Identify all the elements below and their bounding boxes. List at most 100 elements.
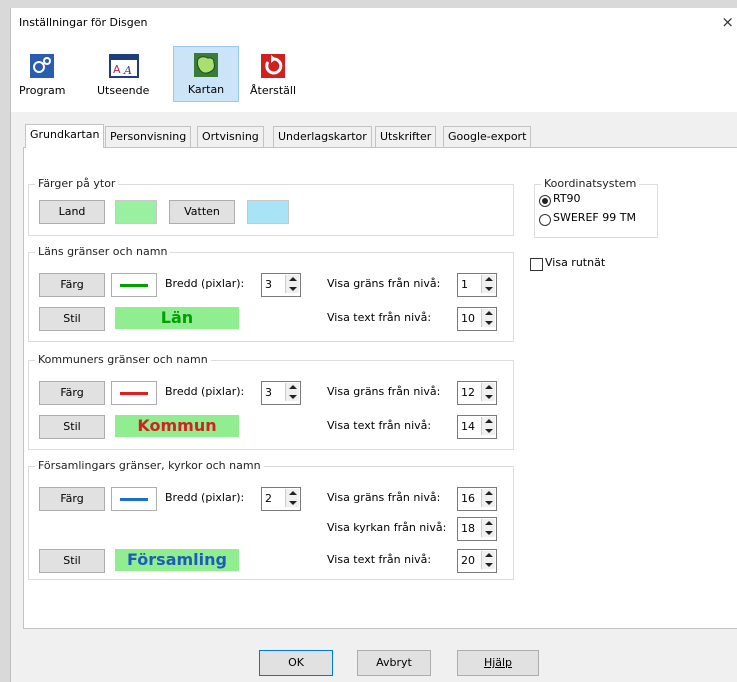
title-bar: Inställningar för Disgen × — [11, 8, 737, 38]
land-button[interactable]: Land — [39, 200, 105, 224]
tab-grundkartan[interactable]: Grundkartan — [25, 124, 105, 148]
kommun-text-level-spinner[interactable]: 14 — [457, 415, 497, 439]
spinner-arrows-icon[interactable] — [481, 551, 495, 569]
help-label: Hjälp — [483, 656, 513, 669]
colors-group-title: Färger på ytor — [35, 177, 119, 190]
forsamling-group: Församlingars gränser, kyrkor och namn F… — [28, 459, 514, 580]
lan-border-level-label: Visa gräns från nivå: — [327, 277, 441, 290]
forsamling-width-spinner[interactable]: 2 — [261, 487, 301, 511]
visa-rutnat-checkbox[interactable] — [530, 258, 543, 271]
lan-width-label: Bredd (pixlar): — [165, 277, 245, 290]
appearance-font-icon: AA — [109, 52, 139, 80]
toolbar-utseende[interactable]: AA Utseende — [97, 48, 149, 102]
forsamling-width-value: 2 — [265, 492, 272, 505]
spinner-arrows-icon[interactable] — [481, 417, 495, 435]
tab-utskrifter[interactable]: Utskrifter — [375, 126, 437, 147]
toolbar-kartan-label: Kartan — [187, 83, 225, 96]
kommun-border-level-spinner[interactable]: 12 — [457, 381, 497, 405]
kommun-text-sample: Kommun — [115, 415, 239, 437]
cancel-button[interactable]: Avbryt — [357, 650, 431, 676]
forsamling-text-level-label: Visa text från nivå: — [327, 553, 432, 566]
kommun-border-level-label: Visa gräns från nivå: — [327, 385, 441, 398]
sweref-label: SWEREF 99 TM — [553, 211, 636, 224]
rt90-radio[interactable] — [539, 195, 551, 207]
tab-ortvisning[interactable]: Ortvisning — [197, 126, 264, 147]
forsamling-text-sample: Församling — [115, 549, 239, 571]
help-button[interactable]: Hjälp — [457, 650, 539, 676]
visa-rutnat-label: Visa rutnät — [545, 256, 606, 269]
toolbar-utseende-label: Utseende — [97, 84, 150, 97]
kommun-text-level-value: 14 — [461, 420, 475, 433]
kommun-width-spinner[interactable]: 3 — [261, 381, 301, 405]
toolbar-program-label: Program — [19, 84, 66, 97]
forsamling-text-level-spinner[interactable]: 20 — [457, 549, 497, 573]
spinner-arrows-icon[interactable] — [481, 489, 495, 507]
forsamling-text-level-value: 20 — [461, 554, 475, 567]
kommun-group: Kommuners gränser och namn Färg Bredd (p… — [28, 353, 514, 450]
map-icon — [192, 51, 220, 79]
forsamling-border-level-spinner[interactable]: 16 — [457, 487, 497, 511]
forsamling-border-level-label: Visa gräns från nivå: — [327, 491, 441, 504]
sweref-radio[interactable] — [539, 214, 551, 226]
lan-text-level-label: Visa text från nivå: — [327, 311, 432, 324]
window-title: Inställningar för Disgen — [19, 16, 148, 29]
lan-text-level-value: 10 — [461, 312, 475, 325]
svg-text:A: A — [123, 64, 132, 77]
kommun-border-level-value: 12 — [461, 386, 475, 399]
lan-color-button[interactable]: Färg — [39, 273, 105, 297]
spinner-arrows-icon[interactable] — [481, 309, 495, 327]
forsamling-church-level-label: Visa kyrkan från nivå: — [327, 521, 447, 534]
forsamling-line-sample — [111, 487, 157, 511]
kommun-text-level-label: Visa text från nivå: — [327, 419, 432, 432]
reset-icon — [259, 52, 287, 80]
forsamling-church-level-spinner[interactable]: 18 — [457, 517, 497, 541]
close-icon[interactable]: × — [721, 13, 734, 31]
tab-underlagskartor[interactable]: Underlagskartor — [273, 126, 372, 147]
lan-group: Läns gränser och namn Färg Bredd (pixlar… — [28, 245, 514, 342]
colors-group: Färger på ytor Land Vatten — [28, 177, 514, 236]
lan-text-level-spinner[interactable]: 10 — [457, 307, 497, 331]
kommun-group-title: Kommuners gränser och namn — [35, 353, 211, 366]
forsamling-church-level-value: 18 — [461, 522, 475, 535]
water-color-swatch[interactable] — [247, 200, 289, 224]
toolbar: Program AA Utseende Kartan Återställ — [11, 38, 737, 112]
coord-system-group: Koordinatsystem RT90 SWEREF 99 TM — [534, 177, 658, 238]
forsamling-color-button[interactable]: Färg — [39, 487, 105, 511]
toolbar-aterstall[interactable]: Återställ — [249, 48, 297, 102]
lan-width-value: 3 — [265, 278, 272, 291]
water-button[interactable]: Vatten — [169, 200, 235, 224]
forsamling-group-title: Församlingars gränser, kyrkor och namn — [35, 459, 264, 472]
spinner-arrows-icon[interactable] — [481, 275, 495, 293]
spinner-arrows-icon[interactable] — [481, 519, 495, 537]
lan-border-level-value: 1 — [461, 278, 468, 291]
kommun-style-button[interactable]: Stil — [39, 415, 105, 439]
spinner-arrows-icon[interactable] — [285, 275, 299, 293]
spinner-arrows-icon[interactable] — [285, 383, 299, 401]
ok-button[interactable]: OK — [259, 650, 333, 676]
lan-line-sample — [111, 273, 157, 297]
forsamling-border-level-value: 16 — [461, 492, 475, 505]
kommun-width-label: Bredd (pixlar): — [165, 385, 245, 398]
tab-panel-grundkartan: Färger på ytor Land Vatten Läns gränser … — [23, 147, 737, 629]
lan-style-button[interactable]: Stil — [39, 307, 105, 331]
tab-personvisning[interactable]: Personvisning — [105, 126, 192, 147]
toolbar-aterstall-label: Återställ — [249, 84, 297, 97]
program-gear-icon — [28, 52, 56, 80]
forsamling-width-label: Bredd (pixlar): — [165, 491, 245, 504]
kommun-color-button[interactable]: Färg — [39, 381, 105, 405]
kommun-width-value: 3 — [265, 386, 272, 399]
tab-google-export[interactable]: Google-export — [443, 126, 532, 147]
spinner-arrows-icon[interactable] — [285, 489, 299, 507]
land-color-swatch[interactable] — [115, 200, 157, 224]
forsamling-style-button[interactable]: Stil — [39, 549, 105, 573]
spinner-arrows-icon[interactable] — [481, 383, 495, 401]
dialog-footer: OK Avbryt Hjälp — [11, 644, 737, 682]
kommun-line-sample — [111, 381, 157, 405]
toolbar-kartan[interactable]: Kartan — [173, 46, 239, 102]
lan-text-sample: Län — [115, 307, 239, 329]
lan-width-spinner[interactable]: 3 — [261, 273, 301, 297]
toolbar-program[interactable]: Program — [19, 48, 65, 102]
settings-dialog: Inställningar för Disgen × Program AA Ut… — [10, 8, 737, 682]
lan-border-level-spinner[interactable]: 1 — [457, 273, 497, 297]
svg-text:A: A — [113, 63, 121, 76]
